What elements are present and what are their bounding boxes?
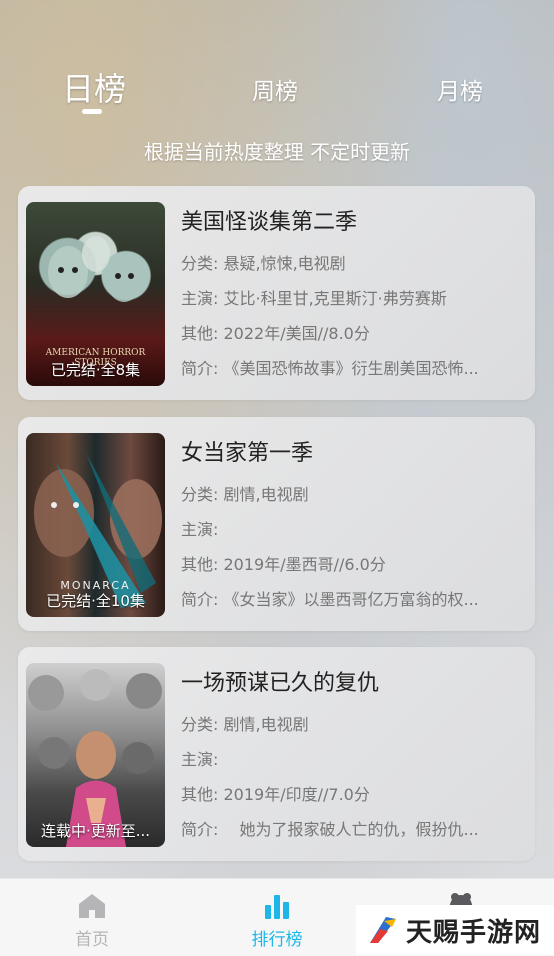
list-item[interactable]: AMERICAN HORROR STORIES 已完结·全8集 美国怪谈集第二季… — [18, 186, 535, 400]
poster-image: MONARCA 已完结·全10集 — [26, 433, 165, 617]
poster-image: AMERICAN HORROR STORIES 已完结·全8集 — [26, 202, 165, 386]
episode-status: 已完结·全8集 — [50, 361, 141, 379]
item-info: 美国怪谈集第二季 分类: 悬疑,惊悚,电视剧 主演: 艾比·科里甘,克里斯汀·弗… — [181, 204, 529, 386]
tab-weekly[interactable]: 周榜 — [252, 72, 298, 106]
other-row: 其他: 2022年/美国//8.0分 — [181, 316, 529, 351]
category-row: 分类: 剧情,电视剧 — [181, 707, 529, 742]
list-item[interactable]: MONARCA 已完结·全10集 女当家第一季 分类: 剧情,电视剧 主演: 其… — [18, 417, 535, 631]
category-label: 分类: — [181, 715, 219, 734]
cast-row: 主演: — [181, 742, 529, 777]
intro-row: 简介: 《美国恐怖故事》衍生剧美国恐怖... — [181, 351, 529, 386]
category-label: 分类: — [181, 485, 219, 504]
bar-chart-icon — [265, 895, 289, 919]
category-value: 剧情,电视剧 — [223, 485, 309, 504]
category-row: 分类: 悬疑,惊悚,电视剧 — [181, 246, 529, 281]
intro-label: 简介: — [181, 590, 219, 609]
tab-monthly[interactable]: 月榜 — [437, 72, 483, 106]
intro-label: 简介: — [181, 820, 219, 839]
cast-value: 艾比·科里甘,克里斯汀·弗劳赛斯 — [223, 289, 447, 308]
other-row: 其他: 2019年/墨西哥//6.0分 — [181, 547, 529, 582]
nav-home[interactable]: 首页 — [52, 893, 132, 950]
poster-image: 连载中·更新至... — [26, 663, 165, 847]
category-label: 分类: — [181, 254, 219, 273]
category-value: 剧情,电视剧 — [223, 715, 309, 734]
intro-row: 简介: 《女当家》以墨西哥亿万富翁的权... — [181, 582, 529, 617]
other-value: 2022年/美国//8.0分 — [223, 324, 370, 343]
item-info: 女当家第一季 分类: 剧情,电视剧 主演: 其他: 2019年/墨西哥//6.0… — [181, 435, 529, 617]
episode-status: 已完结·全10集 — [46, 592, 145, 610]
nav-home-label: 首页 — [75, 930, 109, 950]
item-title: 女当家第一季 — [181, 441, 314, 466]
intro-value: 《美国恐怖故事》衍生剧美国恐怖... — [223, 359, 479, 378]
watermark-logo-icon — [370, 917, 396, 943]
other-value: 2019年/印度//7.0分 — [223, 785, 370, 804]
category-value: 悬疑,惊悚,电视剧 — [223, 254, 346, 273]
category-row: 分类: 剧情,电视剧 — [181, 477, 529, 512]
item-title: 一场预谋已久的复仇 — [181, 671, 380, 696]
cast-row: 主演: 艾比·科里甘,克里斯汀·弗劳赛斯 — [181, 281, 529, 316]
cast-label: 主演: — [181, 289, 219, 308]
watermark-text: 天赐手游网 — [406, 917, 542, 948]
list-item[interactable]: 连载中·更新至... 一场预谋已久的复仇 分类: 剧情,电视剧 主演: 其他: … — [18, 647, 535, 861]
cast-row: 主演: — [181, 512, 529, 547]
other-value: 2019年/墨西哥//6.0分 — [223, 555, 386, 574]
tab-daily[interactable]: 日榜 — [62, 64, 126, 110]
site-watermark: 天赐手游网 — [356, 905, 554, 955]
ranking-subtitle: 根据当前热度整理 不定时更新 — [143, 140, 411, 164]
intro-label: 简介: — [181, 359, 219, 378]
intro-value: 《女当家》以墨西哥亿万富翁的权... — [223, 590, 479, 609]
cast-label: 主演: — [181, 520, 219, 539]
intro-value: 她为了报家破人亡的仇，假扮仇... — [223, 820, 479, 839]
item-info: 一场预谋已久的复仇 分类: 剧情,电视剧 主演: 其他: 2019年/印度//7… — [181, 665, 529, 847]
other-label: 其他: — [181, 785, 219, 804]
other-label: 其他: — [181, 555, 219, 574]
nav-ranking-label: 排行榜 — [251, 930, 303, 950]
home-icon — [79, 894, 105, 918]
cast-label: 主演: — [181, 750, 219, 769]
intro-row: 简介: 她为了报家破人亡的仇，假扮仇... — [181, 812, 529, 847]
active-tab-indicator — [82, 109, 102, 114]
other-row: 其他: 2019年/印度//7.0分 — [181, 777, 529, 812]
item-title: 美国怪谈集第二季 — [181, 210, 358, 235]
other-label: 其他: — [181, 324, 219, 343]
nav-ranking[interactable]: 排行榜 — [237, 893, 317, 950]
episode-status: 连载中·更新至... — [40, 822, 151, 840]
